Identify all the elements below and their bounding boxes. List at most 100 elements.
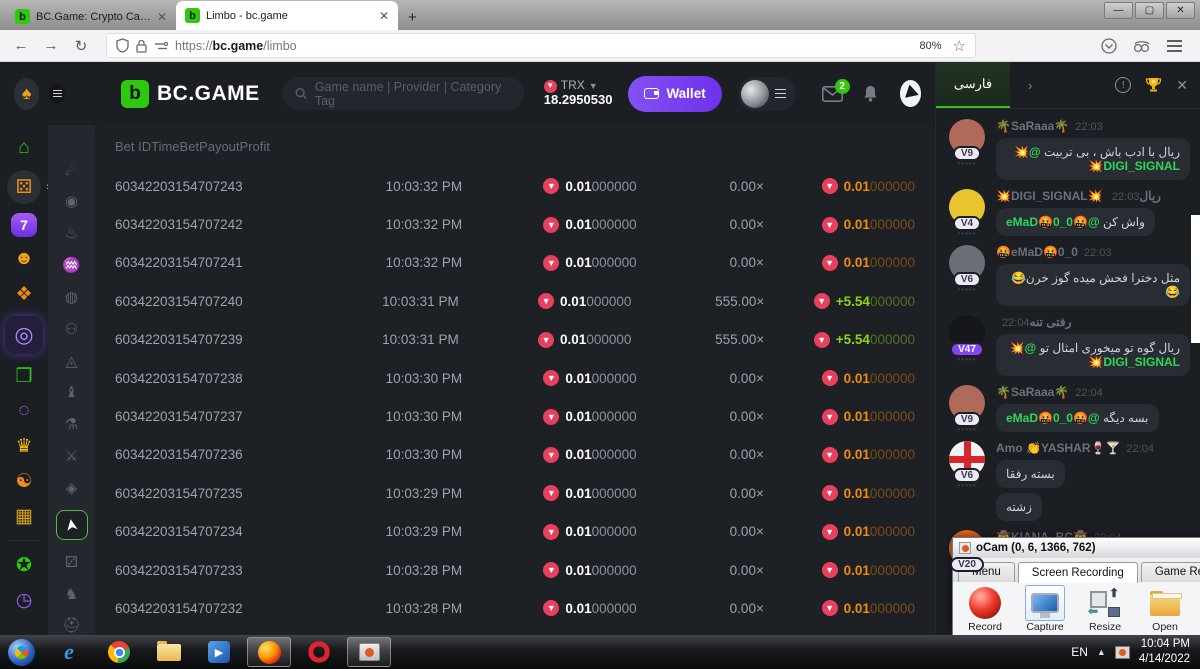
sidebar-item[interactable]: ◷ [9, 587, 39, 613]
table-row[interactable]: 60342203154707235 10:03:29 PM ▼ 0.010000… [115, 474, 915, 512]
sidebar-collapse-button[interactable] [49, 84, 65, 104]
sidebar-item[interactable]: 7 [11, 213, 37, 237]
browser-tab[interactable]: b BC.Game: Crypto Casino Games ✕ [6, 3, 176, 30]
game-shortcut[interactable]: ➤ [56, 510, 88, 540]
chat-username[interactable]: 🌴SaRaaa🌴22:03 [996, 119, 1190, 133]
sidebar-item[interactable]: ⌂ [9, 135, 39, 161]
game-shortcut[interactable]: ⚔ [59, 446, 85, 465]
sidebar-item[interactable]: ▦ [9, 503, 39, 529]
game-shortcut[interactable]: ♞ [59, 584, 85, 603]
wallet-button[interactable]: Wallet [628, 76, 721, 112]
game-shortcut[interactable]: ☄ [59, 160, 85, 179]
game-shortcut[interactable]: ♝ [59, 383, 85, 402]
table-row[interactable]: 60342203154707241 10:03:32 PM ▼ 0.010000… [115, 244, 915, 282]
spade-logo-button[interactable]: ♠ [14, 78, 39, 110]
permissions-icon[interactable] [154, 41, 168, 51]
table-row[interactable]: 60342203154707242 10:03:32 PM ▼ 0.010000… [115, 205, 915, 243]
chat-close-icon[interactable]: ✕ [1176, 77, 1188, 94]
sidebar-item[interactable]: ☻ [9, 246, 39, 272]
ocam-tab[interactable]: Game Recording [1141, 562, 1200, 582]
sidebar-item[interactable]: ☯ [9, 468, 39, 494]
bookmark-star-icon[interactable]: ☆ [953, 37, 966, 55]
game-shortcut[interactable]: ⚂ [59, 552, 85, 571]
game-shortcut[interactable]: ⚗ [59, 415, 85, 434]
table-row[interactable]: 60342203154707238 10:03:30 PM ▼ 0.010000… [115, 359, 915, 397]
taskbar-app-button[interactable] [247, 637, 291, 667]
sidebar-item[interactable] [9, 540, 39, 541]
notifications-button[interactable] [863, 85, 878, 102]
chat-language-tab[interactable]: فارسی [936, 62, 1010, 108]
table-row[interactable]: 60342203154707231 10:03:27 PM ▼ 0.010000… [115, 628, 915, 635]
taskbar-app-button[interactable] [97, 637, 141, 667]
currency-selector[interactable]: ▼ TRX ▼ 18.2950530 [544, 79, 613, 108]
browser-tab[interactable]: b Limbo - bc.game ✕ [176, 1, 398, 30]
game-shortcut[interactable]: ◈ [59, 478, 85, 497]
ocam-tab[interactable]: Screen Recording [1018, 562, 1138, 583]
sidebar-item[interactable]: ⚄ [7, 170, 41, 204]
taskbar-app-button[interactable] [297, 637, 341, 667]
table-row[interactable]: 60342203154707237 10:03:30 PM ▼ 0.010000… [115, 397, 915, 435]
sidebar-item[interactable]: ◎ [5, 316, 43, 354]
taskbar-app-button[interactable] [147, 637, 191, 667]
forward-button[interactable]: → [40, 37, 62, 54]
table-row[interactable]: 60342203154707233 10:03:28 PM ▼ 0.010000… [115, 551, 915, 589]
bcgame-logo[interactable]: b BC.GAME [121, 80, 260, 108]
minimize-button[interactable]: — [1104, 2, 1133, 19]
sidebar-item[interactable]: ❒ [9, 363, 39, 389]
lock-icon[interactable] [136, 39, 147, 53]
taskbar-app-button[interactable] [347, 637, 391, 667]
tray-expand-icon[interactable]: ▲ [1097, 647, 1106, 657]
menu-hamburger-icon[interactable] [1167, 37, 1182, 55]
sidebar-item[interactable]: ✪ [9, 552, 39, 578]
chat-rules-icon[interactable]: ! [1115, 77, 1131, 93]
shield-icon[interactable] [116, 38, 129, 53]
game-shortcut[interactable]: ♒ [59, 255, 85, 274]
chevron-right-icon[interactable]: › [1028, 78, 1032, 93]
table-row[interactable]: 60342203154707234 10:03:29 PM ▼ 0.010000… [115, 513, 915, 551]
table-row[interactable]: 60342203154707243 10:03:32 PM ▼ 0.010000… [115, 167, 915, 205]
ocam-tray-icon[interactable] [1115, 646, 1130, 659]
sidebar-item[interactable]: ❖ [9, 281, 39, 307]
table-row[interactable]: 60342203154707232 10:03:28 PM ▼ 0.010000… [115, 589, 915, 627]
sidebar-item[interactable]: ♛ [9, 433, 39, 459]
game-shortcut[interactable]: ◬ [59, 351, 85, 370]
game-shortcut[interactable]: ⚇ [59, 319, 85, 338]
tab-close-icon[interactable]: ✕ [157, 10, 167, 24]
ocam-title-bar[interactable]: oCam (0, 6, 1366, 762) [953, 538, 1200, 558]
game-search-input[interactable]: Game name | Provider | Category Tag [282, 77, 524, 110]
url-bar[interactable]: https://bc.game/limbo 80% ☆ [106, 33, 976, 58]
taskbar-clock[interactable]: 10:04 PM 4/14/2022 [1139, 637, 1190, 667]
game-shortcut[interactable]: ◍ [59, 287, 85, 306]
table-row[interactable]: 60342203154707240 10:03:31 PM ▼ 0.010000… [115, 282, 915, 320]
chat-username[interactable]: 🌴SaRaaa🌴22:04 [996, 385, 1159, 399]
taskbar-app-button[interactable]: e [47, 637, 91, 667]
zoom-level-badge[interactable]: 80% [916, 39, 946, 53]
ocam-tool-button[interactable]: Record [959, 585, 1011, 633]
chat-toggle-button[interactable] [900, 80, 921, 107]
table-row[interactable]: 60342203154707239 10:03:31 PM ▼ 0.010000… [115, 321, 915, 359]
maximize-button[interactable]: ▢ [1135, 2, 1164, 19]
taskbar-app-button[interactable]: ▶ [197, 637, 241, 667]
chat-username[interactable]: Amo 👏YASHAR🍷🍸22:04 [996, 441, 1154, 455]
page-scrollbar-thumb[interactable] [1191, 215, 1200, 343]
chat-username[interactable]: 🤬eMaD🤬0_022:03 [996, 245, 1190, 259]
language-indicator[interactable]: EN [1071, 645, 1088, 659]
pocket-icon[interactable] [1101, 38, 1117, 54]
start-button[interactable] [8, 639, 35, 666]
trophy-icon[interactable] [1145, 77, 1162, 93]
game-shortcut[interactable]: ⛑ [59, 616, 85, 635]
sidebar-item[interactable]: ◌ [9, 398, 39, 424]
extensions-icon[interactable] [1133, 39, 1151, 53]
game-shortcut[interactable]: ◉ [59, 192, 85, 211]
table-row[interactable]: 60342203154707236 10:03:30 PM ▼ 0.010000… [115, 436, 915, 474]
profile-button[interactable] [738, 77, 796, 111]
ocam-tool-button[interactable]: Capture [1019, 585, 1071, 633]
chat-username[interactable]: رفتی تنه22:04 [996, 315, 1190, 329]
chat-username[interactable]: 💥DIGI_SIGNAL💥 ریال22:03 [996, 189, 1161, 203]
ocam-tool-button[interactable]: Open [1139, 585, 1191, 633]
inbox-button[interactable]: 2 [822, 86, 843, 102]
back-button[interactable]: ← [10, 37, 32, 54]
close-button[interactable]: ✕ [1166, 2, 1195, 19]
reload-button[interactable]: ↻ [70, 37, 92, 55]
tab-close-icon[interactable]: ✕ [379, 9, 389, 23]
